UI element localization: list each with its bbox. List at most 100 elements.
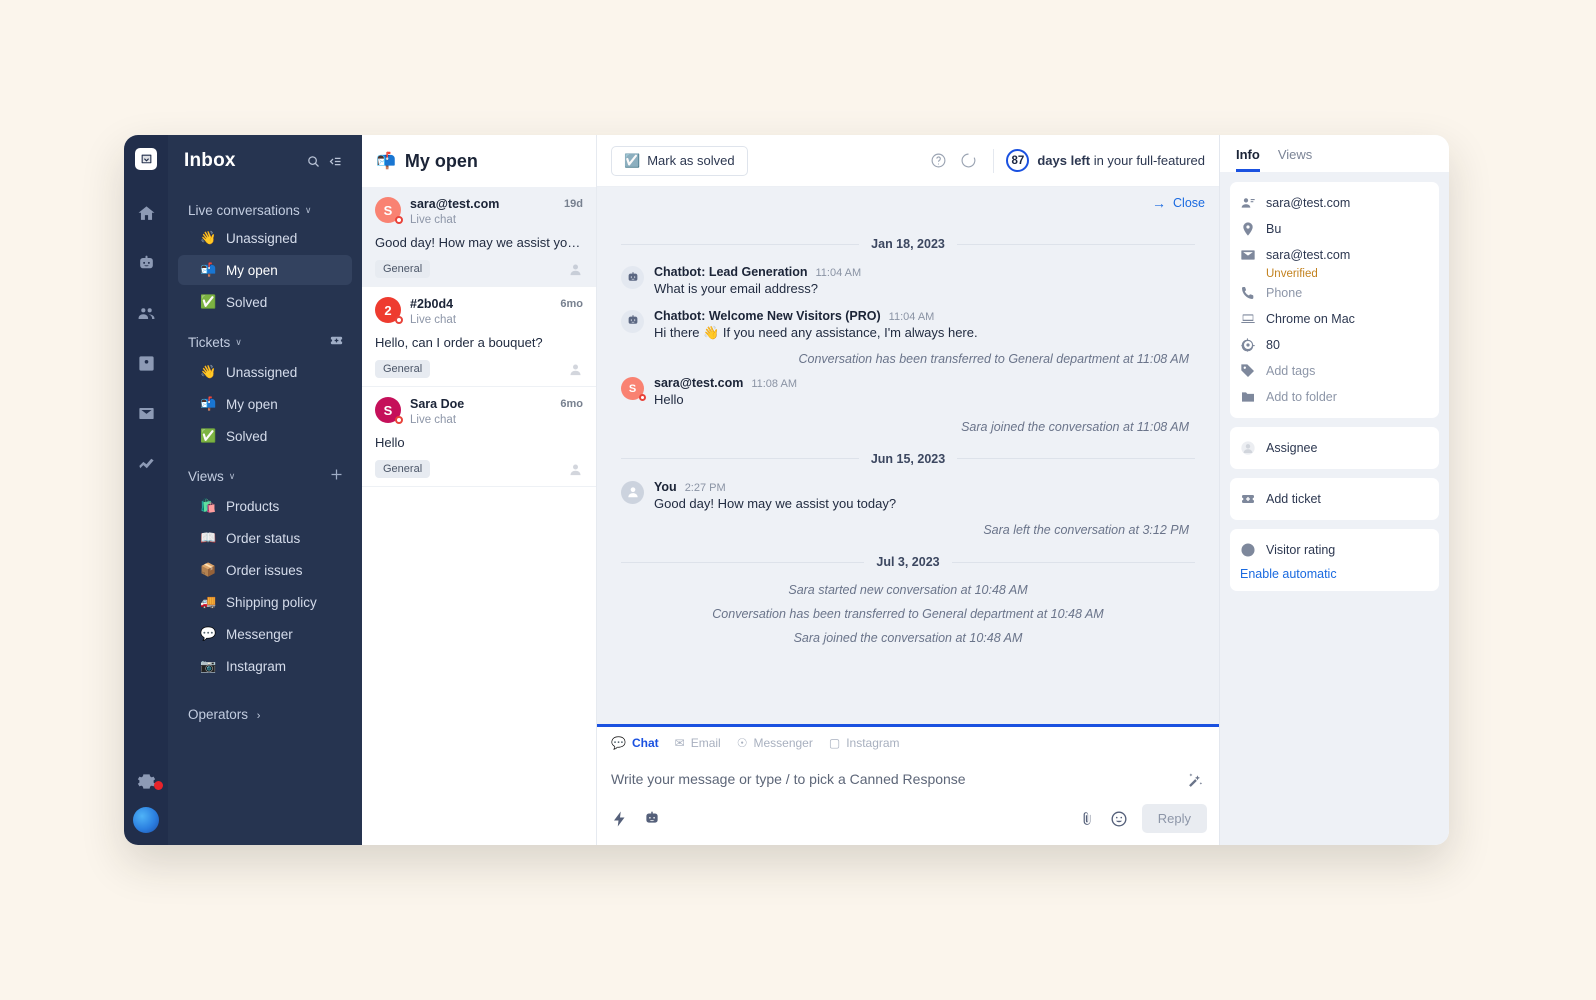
sidebar-section-header[interactable]: Views ∨ <box>178 464 352 489</box>
contacts-icon[interactable] <box>130 345 162 381</box>
sidebar-item-tickets-my-open[interactable]: 📬 My open <box>178 389 352 419</box>
avatar-letter: 2 <box>384 302 392 318</box>
instagram-icon: ▢ <box>828 736 841 750</box>
collapse-sidebar-icon[interactable] <box>324 150 346 172</box>
message-author: You <box>654 479 677 494</box>
user-avatar[interactable] <box>133 807 159 833</box>
list-item[interactable]: S sara@test.com Live chat 19d Good day! … <box>362 187 596 288</box>
home-icon[interactable] <box>130 195 162 231</box>
sidebar-item-label: Shipping policy <box>226 594 317 610</box>
conversation-list-header: 📬 My open <box>362 135 596 187</box>
arrow-right-icon: → <box>1152 195 1167 211</box>
tab-info[interactable]: Info <box>1236 147 1260 172</box>
sidebar-section-label: Views <box>188 469 224 484</box>
quick-reply-icon[interactable] <box>611 810 629 828</box>
detail-value: sara@test.com <box>1266 248 1351 262</box>
magic-wand-icon[interactable] <box>1186 771 1205 790</box>
visitor-rating-label: Visitor rating <box>1266 543 1336 557</box>
livechat-logo[interactable] <box>135 148 157 170</box>
chevron-down-icon: ∨ <box>235 337 242 347</box>
reports-icon[interactable] <box>130 445 162 481</box>
check-emoji-icon: ✅ <box>200 428 217 443</box>
message-input-placeholder: Write your message or type / to pick a C… <box>611 771 966 787</box>
info-panel: Info Views sara@test.com Bu sara@test.co… <box>1219 135 1449 845</box>
tab-instagram[interactable]: ▢ Instagram <box>829 736 900 750</box>
ticket-card[interactable]: Add ticket <box>1230 478 1439 520</box>
tab-label: Chat <box>631 736 659 750</box>
book-emoji-icon: 📖 <box>200 530 217 545</box>
mark-as-solved-button[interactable]: ☑️ Mark as solved <box>611 145 748 176</box>
help-circle-icon[interactable] <box>925 148 951 174</box>
add-ticket-row[interactable]: Add ticket <box>1240 486 1429 512</box>
sidebar-item-label: Unassigned <box>226 230 298 246</box>
tab-views[interactable]: Views <box>1278 147 1312 172</box>
sidebar-item-tickets-solved[interactable]: ✅ Solved <box>178 421 352 451</box>
chat-icon: 💬 <box>611 736 626 750</box>
tab-email[interactable]: ✉ Email <box>675 736 721 750</box>
message-input[interactable]: Write your message or type / to pick a C… <box>597 755 1219 794</box>
sidebar-item-my-open[interactable]: 📬 My open <box>178 255 352 285</box>
operators-label: Operators <box>188 707 249 722</box>
sidebar-item-products[interactable]: 🛍️ Products <box>178 491 352 521</box>
app-window: Inbox Live conversations ∨ 👋 Unassigned … <box>124 135 1449 845</box>
avatar-icon <box>1240 440 1256 456</box>
chat-body: → Close Jan 18, 2023 Chatbot: Lead Gener… <box>597 187 1219 845</box>
sidebar-section-header[interactable]: Tickets ∨ <box>178 330 352 355</box>
team-icon[interactable] <box>130 295 162 331</box>
sidebar-section-header[interactable]: Live conversations ∨ <box>178 200 352 221</box>
detail-device-row: Chrome on Mac <box>1240 306 1429 332</box>
avatar-letter: S <box>383 402 393 418</box>
conversation-name: #2b0d4 <box>410 297 454 312</box>
page-title: Inbox <box>184 150 236 171</box>
sidebar-item-messenger[interactable]: 💬 Messenger <box>178 619 352 649</box>
smiley-icon <box>1240 542 1256 558</box>
sidebar-item-order-status[interactable]: 📖 Order status <box>178 523 352 553</box>
tab-messenger[interactable]: ☉ Messenger <box>737 736 813 750</box>
detail-location-row: Bu <box>1240 216 1429 242</box>
inbox-mail-icon[interactable] <box>130 395 162 431</box>
sidebar-item-tickets-unassigned[interactable]: 👋 Unassigned <box>178 357 352 387</box>
list-item[interactable]: S Sara Doe Live chat 6mo Hello General <box>362 387 596 488</box>
conversation-list: 📬 My open S sara@test.com Live chat 19d … <box>362 135 597 845</box>
message-time: 11:04 AM <box>888 310 935 323</box>
conversation-preview: Hello <box>375 435 405 451</box>
reply-button[interactable]: Reply <box>1141 804 1207 833</box>
assignee-avatar-icon[interactable] <box>568 262 583 277</box>
chat-toolbar: ☑️ Mark as solved 87 days left in your f… <box>597 135 1219 187</box>
emoji-icon[interactable] <box>1110 810 1128 828</box>
list-item[interactable]: 2 #2b0d4 Live chat 6mo Hello, can I orde… <box>362 287 596 388</box>
messenger-icon: ☉ <box>736 736 748 750</box>
attachment-icon[interactable] <box>1078 810 1096 828</box>
info-panel-content: sara@test.com Bu sara@test.com Unverifie… <box>1220 172 1449 610</box>
status-badge <box>395 416 403 425</box>
assignee-avatar-icon[interactable] <box>568 362 583 377</box>
conversation-channel: Live chat <box>410 213 457 226</box>
plus-icon[interactable] <box>329 467 344 486</box>
chatbot-icon[interactable] <box>130 245 162 281</box>
date-separator: Jan 18, 2023 <box>621 237 1196 251</box>
status-circle-icon[interactable] <box>955 148 981 174</box>
detail-folder-row[interactable]: Add to folder <box>1240 384 1429 410</box>
sidebar-item-label: Solved <box>226 428 268 444</box>
instagram-emoji-icon: 📷 <box>200 658 217 673</box>
assignee-avatar-icon[interactable] <box>568 462 583 477</box>
search-icon[interactable] <box>302 150 324 172</box>
close-conversation-button[interactable]: → Close <box>1152 195 1205 211</box>
chatbot-suggest-icon[interactable] <box>643 810 661 828</box>
sidebar-item-order-issues[interactable]: 📦 Order issues <box>178 555 352 585</box>
sidebar-item-instagram[interactable]: 📷 Instagram <box>178 651 352 681</box>
detail-tags-row[interactable]: Add tags <box>1240 358 1429 384</box>
sidebar-item-unassigned[interactable]: 👋 Unassigned <box>178 223 352 253</box>
sidebar-item-operators[interactable]: Operators › <box>178 703 352 726</box>
sidebar-item-solved[interactable]: ✅ Solved <box>178 287 352 317</box>
sidebar-section-live-conversations: Live conversations ∨ 👋 Unassigned 📬 My o… <box>178 200 352 317</box>
laptop-icon <box>1240 311 1256 327</box>
assignee-card[interactable]: Assignee <box>1230 427 1439 469</box>
tag-icon <box>1240 363 1256 379</box>
assignee-row[interactable]: Assignee <box>1240 435 1429 461</box>
enable-automatic-link[interactable]: Enable automatic <box>1240 563 1429 583</box>
folder-icon <box>1240 389 1256 405</box>
tab-chat[interactable]: 💬 Chat <box>611 736 659 750</box>
sidebar-item-shipping-policy[interactable]: 🚚 Shipping policy <box>178 587 352 617</box>
add-ticket-icon[interactable] <box>329 333 344 352</box>
